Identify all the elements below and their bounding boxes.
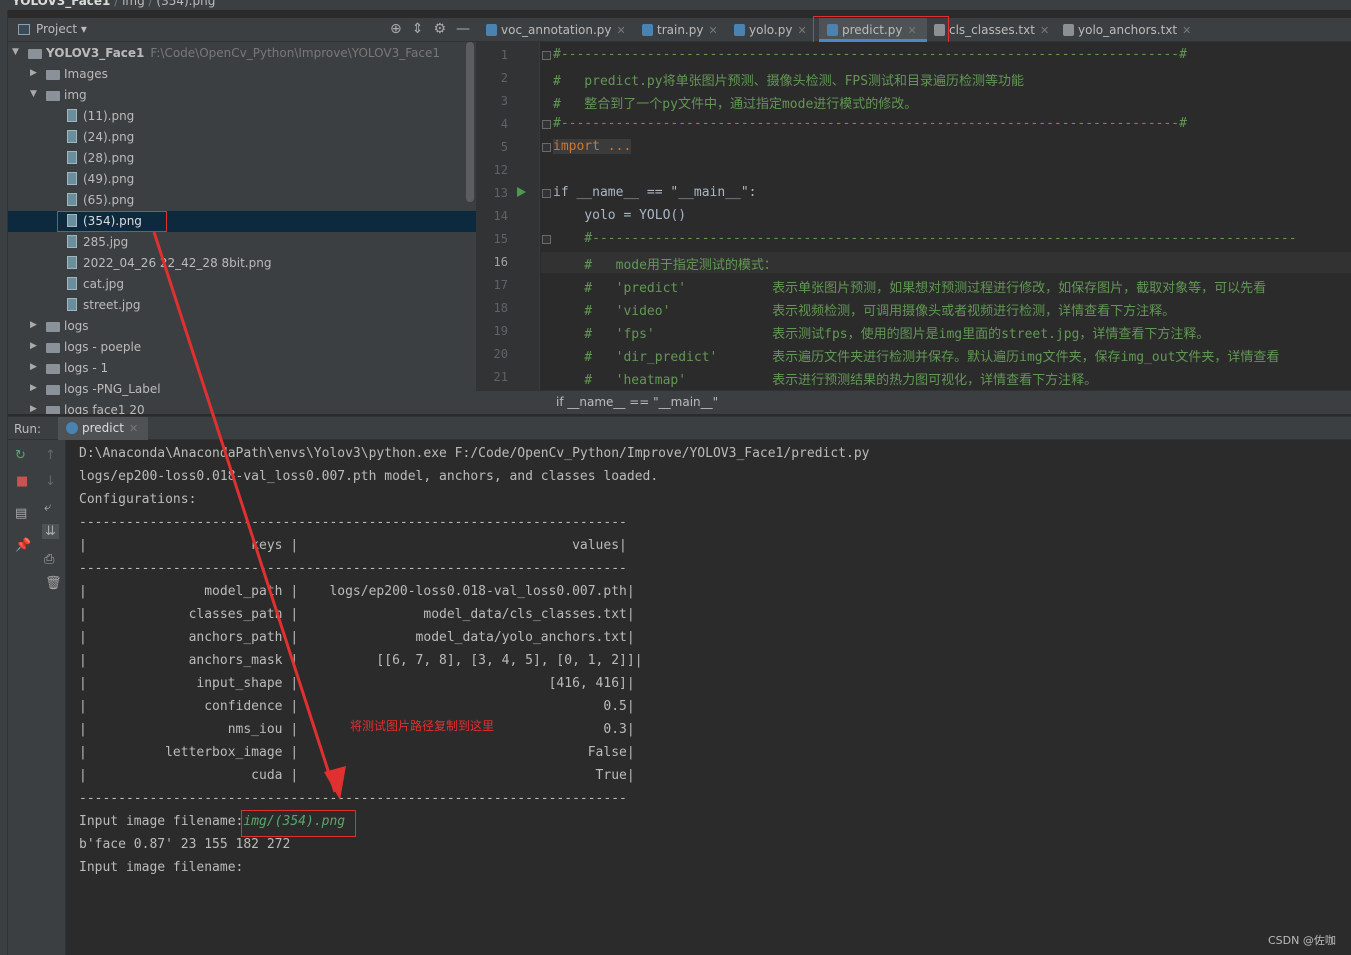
arrow-line <box>152 231 337 793</box>
annotation-arrow <box>152 231 346 800</box>
watermark: CSDN @佐咖 <box>1268 934 1336 947</box>
